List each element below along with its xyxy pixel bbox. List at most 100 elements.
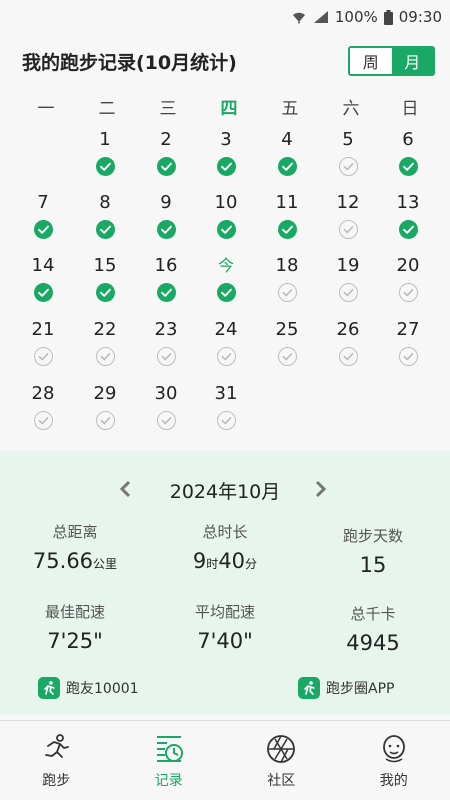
check-done-icon (96, 220, 115, 239)
calendar-day[interactable]: 1 (85, 128, 125, 184)
check-pending-icon (217, 411, 236, 430)
calendar-day[interactable]: 27 (388, 318, 428, 374)
day-number: 26 (336, 319, 360, 340)
stat-value: 15 (359, 553, 387, 577)
next-month-button[interactable] (308, 477, 332, 501)
calendar-day[interactable]: 12 (328, 191, 368, 247)
nav-community[interactable]: 社区 (225, 721, 338, 800)
battery-percent: 100% (334, 8, 378, 26)
calendar-day[interactable]: 23 (146, 318, 186, 374)
day-number: 5 (342, 129, 354, 150)
stat-value: 75.66公里 (32, 549, 118, 573)
day-number: 今 (217, 256, 234, 275)
day-number: 9 (160, 192, 172, 213)
calendar-day[interactable]: 4 (267, 128, 307, 184)
day-number: 30 (154, 383, 178, 404)
day-number: 24 (214, 319, 238, 340)
stat-value: 9时40分 (192, 549, 258, 573)
calendar-day[interactable]: 21 (23, 318, 63, 374)
calendar-day[interactable]: 10 (206, 191, 246, 247)
calendar-day[interactable]: 14 (23, 254, 63, 310)
day-number: 4 (281, 129, 293, 150)
calendar-day[interactable]: 9 (146, 191, 186, 247)
calendar-day[interactable]: 20 (388, 254, 428, 310)
toggle-week[interactable]: 周 (350, 48, 392, 74)
calendar-day[interactable]: 7 (23, 191, 63, 247)
day-number: 12 (336, 192, 360, 213)
stat-value: 7'25" (47, 629, 103, 653)
stat-label: 总时长 (202, 523, 248, 541)
calendar-day[interactable]: 30 (146, 382, 186, 438)
clock: 09:30 (398, 8, 442, 26)
calendar-day[interactable]: 6 (388, 128, 428, 184)
stat-best-pace: 最佳配速 7'25" (0, 601, 150, 653)
calendar-day[interactable]: 13 (388, 191, 428, 247)
stat-calories: 总千卡 4945 (298, 603, 448, 655)
weekday-fri: 五 (281, 99, 299, 119)
stat-label: 平均配速 (194, 603, 255, 621)
day-number: 10 (214, 192, 238, 213)
footer-badges: 跑友10001 跑步圈APP (0, 677, 450, 703)
check-done-icon (217, 157, 236, 176)
calendar-day[interactable]: 18 (267, 254, 307, 310)
day-number: 6 (402, 129, 414, 150)
check-done-icon (399, 157, 418, 176)
calendar-day[interactable]: 31 (206, 382, 246, 438)
stat-duration: 总时长 9时40分 (150, 521, 300, 573)
calendar-day[interactable]: 2 (146, 128, 186, 184)
calendar-day[interactable]: 8 (85, 191, 125, 247)
calendar-day[interactable]: 今 (206, 254, 246, 310)
calendar-day[interactable]: 3 (206, 128, 246, 184)
day-number: 15 (93, 255, 117, 276)
calendar-day[interactable]: 29 (85, 382, 125, 438)
calendar-day[interactable]: 28 (23, 382, 63, 438)
check-done-icon (157, 157, 176, 176)
month-summary: 2024年10月 总距离 75.66公里 总时长 9时40分 跑步天数 15 最… (0, 451, 450, 715)
calendar-day[interactable]: 22 (85, 318, 125, 374)
calendar-day[interactable]: 19 (328, 254, 368, 310)
weekday-sat: 六 (342, 99, 360, 119)
stat-avg-pace: 平均配速 7'40" (150, 601, 300, 653)
nav-run[interactable]: 跑步 (0, 721, 113, 800)
calendar-day[interactable]: 11 (267, 191, 307, 247)
calendar-day[interactable]: 15 (85, 254, 125, 310)
wifi-icon (291, 10, 307, 24)
check-pending-icon (339, 157, 358, 176)
app-name: 跑步圈APP (326, 681, 395, 697)
calendar-day[interactable]: 16 (146, 254, 186, 310)
check-pending-icon (217, 347, 236, 366)
chevron-right-icon (315, 480, 327, 498)
nav-records[interactable]: 记录 (113, 721, 226, 800)
check-pending-icon (339, 220, 358, 239)
check-done-icon (399, 220, 418, 239)
check-pending-icon (278, 347, 297, 366)
calendar-day[interactable]: 5 (328, 128, 368, 184)
check-pending-icon (399, 347, 418, 366)
toggle-month[interactable]: 月 (391, 48, 433, 74)
calendar-day[interactable]: 26 (328, 318, 368, 374)
stat-distance: 总距离 75.66公里 (0, 521, 150, 573)
day-number: 16 (154, 255, 178, 276)
weekday-mon: 一 (37, 99, 55, 119)
user-name: 跑友10001 (66, 681, 139, 697)
day-number: 22 (93, 319, 117, 340)
stat-value: 4945 (346, 631, 400, 655)
check-pending-icon (399, 283, 418, 302)
check-done-icon (34, 283, 53, 302)
check-pending-icon (157, 347, 176, 366)
page-title: 我的跑步记录(10月统计) (22, 52, 237, 74)
calendar-day[interactable]: 25 (267, 318, 307, 374)
day-number: 20 (396, 255, 420, 276)
check-done-icon (157, 220, 176, 239)
app-badge: 跑步圈APP (298, 677, 394, 699)
status-bar: 100% 09:30 (0, 0, 450, 34)
community-aperture-icon (267, 735, 296, 763)
check-pending-icon (34, 411, 53, 430)
check-done-icon (217, 220, 236, 239)
signal-icon (313, 10, 329, 24)
calendar-day[interactable]: 24 (206, 318, 246, 374)
profile-face-icon (382, 735, 405, 763)
header: 我的跑步记录(10月统计) 周 月 (0, 44, 450, 78)
nav-profile[interactable]: 我的 (338, 721, 450, 800)
stat-label: 总距离 (52, 523, 98, 541)
